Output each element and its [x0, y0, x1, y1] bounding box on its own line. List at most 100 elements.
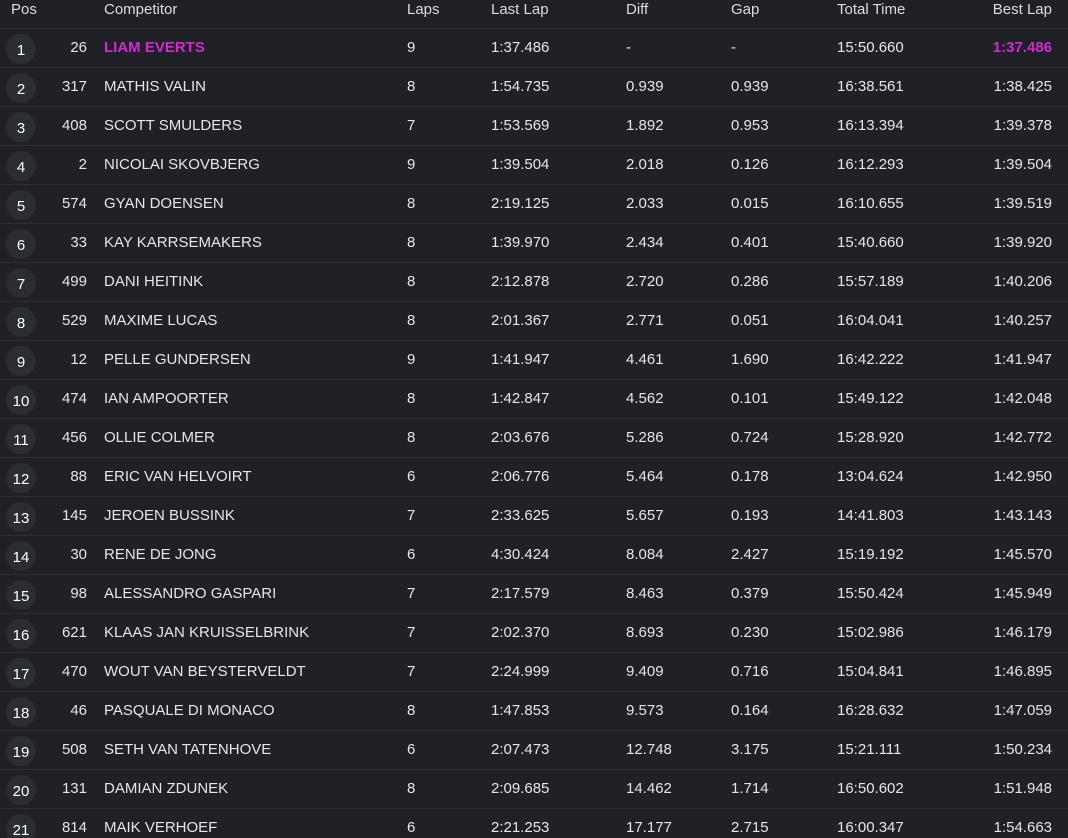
position-badge: 1	[6, 34, 36, 64]
table-row[interactable]: 4 2 NICOLAI SKOVBJERG 9 1:39.504 2.018 0.126 16…	[0, 146, 1068, 185]
gap-value: 1.714	[731, 780, 769, 797]
last-lap-value: 1:39.970	[491, 234, 550, 251]
table-row[interactable]: 12 88 ERIC VAN HELVOIRT 6 2:06.776 5.464 0.178…	[0, 458, 1068, 497]
table-row[interactable]: 17 470 WOUT VAN BEYSTERVELDT 7 2:24.999 9.409…	[0, 653, 1068, 692]
gap-value: 0.178	[731, 468, 769, 485]
diff-value: 4.562	[626, 390, 664, 407]
competitor-number: 621	[61, 624, 87, 641]
best-lap-value: 1:51.948	[993, 780, 1052, 797]
total-time-value: 16:04.041	[837, 312, 904, 329]
laps-value: 8	[407, 390, 416, 407]
last-lap-value: 2:21.253	[491, 819, 550, 836]
header-competitor[interactable]: Competitor	[104, 1, 177, 18]
competitor-number: 317	[61, 78, 87, 95]
competitor-name: SETH VAN TATENHOVE	[104, 741, 272, 758]
best-lap-value: 1:40.257	[993, 312, 1052, 329]
competitor-name: ERIC VAN HELVOIRT	[104, 468, 252, 485]
total-time-value: 15:40.660	[837, 234, 904, 251]
table-row[interactable]: 6 33 KAY KARRSEMAKERS 8 1:39.970 2.434 0.401 15…	[0, 224, 1068, 263]
position-badge: 5	[6, 190, 36, 220]
last-lap-value: 2:17.579	[491, 585, 550, 602]
position-badge: 9	[6, 346, 36, 376]
header-total-time[interactable]: Total Time	[837, 1, 905, 18]
total-time-value: 15:04.841	[837, 663, 904, 680]
competitor-number: 30	[70, 546, 87, 563]
table-row[interactable]: 5 574 GYAN DOENSEN 8 2:19.125 2.033 0.015 16:10…	[0, 185, 1068, 224]
laps-value: 7	[407, 663, 416, 680]
gap-value: 2.715	[731, 819, 769, 836]
header-pos[interactable]: Pos	[11, 1, 37, 18]
competitor-name: JEROEN BUSSINK	[104, 507, 235, 524]
competitor-name: LIAM EVERTS	[104, 39, 205, 56]
last-lap-value: 2:06.776	[491, 468, 550, 485]
laps-value: 6	[407, 819, 416, 836]
table-row[interactable]: 10 474 IAN AMPOORTER 8 1:42.847 4.562 0.101 15:…	[0, 380, 1068, 419]
competitor-number: 470	[61, 663, 87, 680]
diff-value: 8.463	[626, 585, 664, 602]
table-row[interactable]: 20 131 DAMIAN ZDUNEK 8 2:09.685 14.462 1.714 16…	[0, 770, 1068, 809]
competitor-number: 46	[70, 702, 87, 719]
best-lap-value: 1:37.486	[992, 39, 1052, 56]
laps-value: 7	[407, 585, 416, 602]
position-badge: 14	[6, 541, 36, 571]
competitor-name: RENE DE JONG	[104, 546, 217, 563]
position-badge: 11	[6, 424, 36, 454]
header-best-lap[interactable]: Best Lap	[993, 1, 1052, 18]
table-row[interactable]: 9 12 PELLE GUNDERSEN 9 1:41.947 4.461 1.690 16:…	[0, 341, 1068, 380]
gap-value: 0.101	[731, 390, 769, 407]
gap-value: 0.193	[731, 507, 769, 524]
header-laps[interactable]: Laps	[407, 1, 440, 18]
competitor-number: 12	[70, 351, 87, 368]
last-lap-value: 1:54.735	[491, 78, 550, 95]
table-row[interactable]: 11 456 OLLIE COLMER 8 2:03.676 5.286 0.724 15:2…	[0, 419, 1068, 458]
header-diff[interactable]: Diff	[626, 1, 648, 18]
total-time-value: 16:38.561	[837, 78, 904, 95]
position-badge: 15	[6, 580, 36, 610]
laps-value: 8	[407, 195, 416, 212]
table-row[interactable]: 13 145 JEROEN BUSSINK 7 2:33.625 5.657 0.193 14…	[0, 497, 1068, 536]
table-row[interactable]: 1 26 LIAM EVERTS 9 1:37.486 - - 15:50.660 1:37.4…	[0, 29, 1068, 68]
diff-value: 2.720	[626, 273, 664, 290]
table-row[interactable]: 3 408 SCOTT SMULDERS 7 1:53.569 1.892 0.953 16:…	[0, 107, 1068, 146]
gap-value: 0.724	[731, 429, 769, 446]
table-row[interactable]: 8 529 MAXIME LUCAS 8 2:01.367 2.771 0.051 16:04…	[0, 302, 1068, 341]
last-lap-value: 4:30.424	[491, 546, 550, 563]
competitor-name: MAXIME LUCAS	[104, 312, 218, 329]
best-lap-value: 1:46.179	[993, 624, 1052, 641]
table-row[interactable]: 21 814 MAIK VERHOEF 6 2:21.253 17.177 2.715 16:…	[0, 809, 1068, 838]
competitor-number: 98	[70, 585, 87, 602]
competitor-number: 499	[61, 273, 87, 290]
total-time-value: 15:50.424	[837, 585, 904, 602]
gap-value: 0.051	[731, 312, 769, 329]
position-badge: 12	[6, 463, 36, 493]
best-lap-value: 1:40.206	[993, 273, 1052, 290]
last-lap-value: 2:24.999	[491, 663, 550, 680]
table-row[interactable]: 2 317 MATHIS VALIN 8 1:54.735 0.939 0.939 16:38…	[0, 68, 1068, 107]
table-row[interactable]: 7 499 DANI HEITINK 8 2:12.878 2.720 0.286 15:57…	[0, 263, 1068, 302]
header-gap[interactable]: Gap	[731, 1, 759, 18]
position-badge: 21	[6, 814, 36, 838]
table-row[interactable]: 15 98 ALESSANDRO GASPARI 7 2:17.579 8.463 0.37…	[0, 575, 1068, 614]
table-row[interactable]: 16 621 KLAAS JAN KRUISSELBRINK 7 2:02.370 8.6…	[0, 614, 1068, 653]
position-badge: 4	[6, 151, 36, 181]
competitor-name: NICOLAI SKOVBJERG	[104, 156, 260, 173]
total-time-value: 15:28.920	[837, 429, 904, 446]
position-badge: 3	[6, 112, 36, 142]
table-row[interactable]: 18 46 PASQUALE DI MONACO 8 1:47.853 9.573 0.16…	[0, 692, 1068, 731]
diff-value: 1.892	[626, 117, 664, 134]
header-last-lap[interactable]: Last Lap	[491, 1, 549, 18]
position-badge: 20	[6, 775, 36, 805]
competitor-number: 814	[61, 819, 87, 836]
laps-value: 8	[407, 429, 416, 446]
competitor-name: GYAN DOENSEN	[104, 195, 224, 212]
gap-value: 1.690	[731, 351, 769, 368]
gap-value: 0.939	[731, 78, 769, 95]
position-badge: 18	[6, 697, 36, 727]
diff-value: 14.462	[626, 780, 672, 797]
laps-value: 7	[407, 507, 416, 524]
table-row[interactable]: 14 30 RENE DE JONG 6 4:30.424 8.084 2.427 15:19…	[0, 536, 1068, 575]
laps-value: 7	[407, 117, 416, 134]
total-time-value: 16:10.655	[837, 195, 904, 212]
table-row[interactable]: 19 508 SETH VAN TATENHOVE 6 2:07.473 12.748 3.…	[0, 731, 1068, 770]
laps-value: 9	[407, 351, 416, 368]
